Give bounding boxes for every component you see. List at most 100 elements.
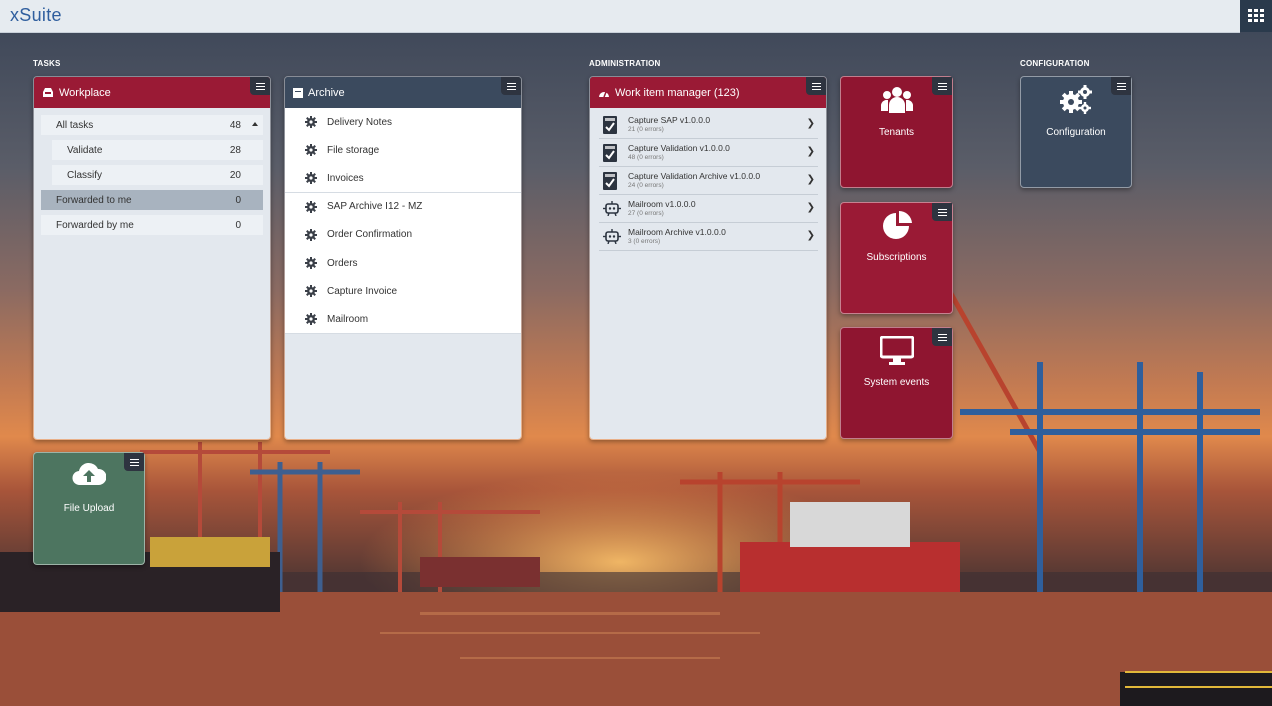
work-item-name: Mailroom Archive v1.0.0.0 bbox=[628, 227, 726, 237]
archive-item-label: File storage bbox=[327, 144, 380, 156]
chevron-right-icon[interactable]: ❯ bbox=[807, 146, 815, 157]
workplace-item-count: 0 bbox=[235, 219, 241, 231]
workplace-item-count: 48 bbox=[229, 119, 241, 131]
gear-icon bbox=[305, 257, 317, 272]
gear-icon bbox=[305, 200, 317, 216]
work-item-manager-body: Capture SAP v1.0.0.0 21 (0 errors) ❯ Captur… bbox=[590, 108, 826, 439]
chevron-right-icon[interactable]: ❯ bbox=[807, 230, 815, 241]
configuration-label: Configuration bbox=[1046, 127, 1106, 138]
work-item-row[interactable]: Capture SAP v1.0.0.0 21 (0 errors) ❯ bbox=[599, 111, 818, 139]
workplace-item-classify[interactable]: Classify 20 bbox=[52, 165, 263, 185]
workplace-tile: Workplace All tasks 48 Validate 28 Class… bbox=[33, 76, 271, 440]
work-item-errors: 21 (0 errors) bbox=[628, 126, 664, 133]
grid-icon bbox=[1248, 9, 1264, 22]
workplace-item-label: Validate bbox=[67, 144, 103, 156]
system-events-tile[interactable]: System events bbox=[840, 327, 953, 439]
work-item-manager-header: Work item manager (123) bbox=[590, 77, 826, 108]
gear-icon bbox=[305, 313, 317, 328]
file-upload-label: File Upload bbox=[63, 503, 115, 514]
checklist-icon bbox=[603, 172, 617, 193]
tenants-tile[interactable]: Tenants bbox=[840, 76, 953, 188]
archive-item[interactable]: Order Confirmation bbox=[285, 220, 521, 250]
section-label-configuration: CONFIGURATION bbox=[1020, 59, 1090, 68]
users-icon bbox=[841, 85, 952, 115]
chevron-right-icon[interactable]: ❯ bbox=[807, 174, 815, 185]
archive-item-label: SAP Archive I12 - MZ bbox=[327, 201, 423, 213]
workplace-item-validate[interactable]: Validate 28 bbox=[52, 140, 263, 160]
work-item-row[interactable]: Mailroom Archive v1.0.0.0 3 (0 errors) ❯ bbox=[599, 223, 818, 251]
robot-icon bbox=[603, 228, 621, 247]
work-item-errors: 27 (0 errors) bbox=[628, 210, 664, 217]
work-item-errors: 24 (0 errors) bbox=[628, 182, 664, 189]
work-item-name: Capture Validation Archive v1.0.0.0 bbox=[628, 171, 761, 181]
archive-body: Delivery Notes File storage Invoices SAP Ar… bbox=[285, 108, 521, 439]
hamburger-icon bbox=[811, 82, 821, 90]
pie-chart-icon bbox=[841, 211, 952, 241]
workplace-item-label: All tasks bbox=[56, 119, 94, 131]
top-bar: xSuite bbox=[0, 0, 1240, 33]
archive-item[interactable]: Mailroom bbox=[285, 305, 521, 335]
checklist-icon bbox=[603, 144, 617, 165]
workplace-item-all-tasks[interactable]: All tasks 48 bbox=[41, 115, 263, 135]
work-item-row[interactable]: Capture Validation v1.0.0.0 48 (0 errors)… bbox=[599, 139, 818, 167]
workplace-item-count: 0 bbox=[235, 194, 241, 206]
archive-item[interactable]: File storage bbox=[285, 136, 521, 166]
collapse-caret-icon[interactable] bbox=[252, 122, 258, 126]
workplace-item-count: 20 bbox=[229, 169, 241, 181]
work-item-name: Capture Validation v1.0.0.0 bbox=[628, 143, 730, 153]
workplace-item-label: Classify bbox=[67, 169, 103, 181]
app-logo[interactable]: xSuite bbox=[10, 5, 62, 26]
work-item-row[interactable]: Capture Validation Archive v1.0.0.0 24 (0… bbox=[599, 167, 818, 195]
file-upload-tile[interactable]: File Upload bbox=[33, 452, 145, 565]
archive-tile: Archive Delivery Notes File storage Invoic… bbox=[284, 76, 522, 440]
gear-icon bbox=[305, 116, 317, 131]
section-label-administration: ADMINISTRATION bbox=[589, 59, 661, 68]
app-launcher-button[interactable] bbox=[1240, 0, 1272, 32]
archive-menu-button[interactable] bbox=[501, 77, 521, 95]
archive-item[interactable]: Delivery Notes bbox=[285, 108, 521, 137]
archive-item-label: Invoices bbox=[327, 172, 364, 184]
archive-header: Archive bbox=[285, 77, 521, 108]
inbox-icon bbox=[42, 87, 54, 98]
archive-item[interactable]: Invoices bbox=[285, 164, 521, 194]
workplace-item-label: Forwarded by me bbox=[56, 219, 134, 231]
archive-item-label: Orders bbox=[327, 257, 358, 269]
cloud-upload-icon bbox=[34, 461, 144, 487]
workplace-item-label: Forwarded to me bbox=[56, 194, 132, 206]
gear-icon bbox=[305, 144, 317, 159]
gear-icon bbox=[305, 228, 317, 244]
workplace-item-forwarded-by-me[interactable]: Forwarded by me 0 bbox=[41, 215, 263, 235]
section-label-tasks: TASKS bbox=[33, 59, 61, 68]
gear-icon bbox=[305, 285, 317, 300]
archive-item-label: Capture Invoice bbox=[327, 285, 398, 297]
work-item-manager-tile: Work item manager (123) Capture SAP v1.0… bbox=[589, 76, 827, 440]
archive-box-icon bbox=[293, 87, 303, 98]
archive-item[interactable]: Capture Invoice bbox=[285, 277, 521, 307]
configuration-tile[interactable]: Configuration bbox=[1020, 76, 1132, 188]
gear-icon bbox=[305, 172, 317, 187]
work-item-manager-menu-button[interactable] bbox=[806, 77, 826, 95]
system-events-label: System events bbox=[863, 377, 930, 388]
workplace-item-forwarded-to-me[interactable]: Forwarded to me 0 bbox=[41, 190, 263, 210]
archive-item[interactable]: Orders bbox=[285, 249, 521, 278]
work-item-row[interactable]: Mailroom v1.0.0.0 27 (0 errors) ❯ bbox=[599, 195, 818, 223]
chevron-right-icon[interactable]: ❯ bbox=[807, 202, 815, 213]
work-item-name: Capture SAP v1.0.0.0 bbox=[628, 115, 711, 125]
hamburger-icon bbox=[506, 82, 516, 90]
work-item-name: Mailroom v1.0.0.0 bbox=[628, 199, 696, 209]
archive-title: Archive bbox=[308, 86, 345, 99]
archive-item-label: Delivery Notes bbox=[327, 116, 393, 128]
archive-item[interactable]: SAP Archive I12 - MZ bbox=[285, 192, 521, 222]
workplace-menu-button[interactable] bbox=[250, 77, 270, 95]
tenants-label: Tenants bbox=[878, 127, 915, 138]
work-item-errors: 3 (0 errors) bbox=[628, 238, 661, 245]
chevron-right-icon[interactable]: ❯ bbox=[807, 118, 815, 129]
subscriptions-tile[interactable]: Subscriptions bbox=[840, 202, 953, 314]
work-item-errors: 48 (0 errors) bbox=[628, 154, 664, 161]
workplace-title: Workplace bbox=[59, 86, 111, 99]
gears-icon bbox=[1021, 85, 1131, 115]
work-item-manager-title: Work item manager (123) bbox=[615, 86, 740, 99]
hamburger-icon bbox=[255, 82, 265, 90]
dashboard-icon bbox=[598, 88, 610, 98]
workplace-body: All tasks 48 Validate 28 Classify 20 For… bbox=[34, 108, 270, 439]
